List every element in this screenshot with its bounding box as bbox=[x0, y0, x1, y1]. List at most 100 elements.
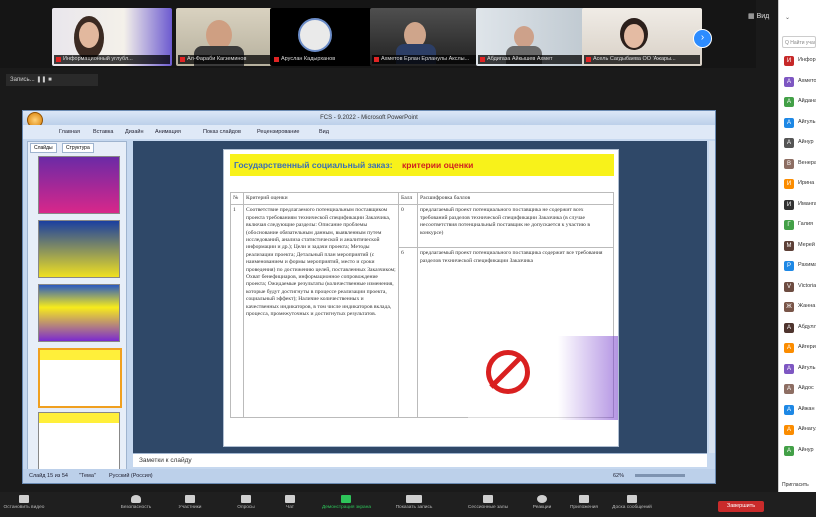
breakout-rooms-button[interactable]: Сессионные залы bbox=[464, 492, 512, 517]
slide-thumbnail[interactable] bbox=[38, 156, 120, 214]
shared-screen-powerpoint: FCS - 9.2022 - Microsoft PowerPoint Глав… bbox=[22, 110, 716, 484]
polls-button[interactable]: Опросы bbox=[222, 492, 270, 517]
recording-bar[interactable]: Запись... ❚❚ ■ bbox=[6, 74, 98, 86]
stop-video-button[interactable]: Остановить видео bbox=[0, 492, 48, 517]
ribbon-tabs: Главная Вставка Дизайн Анимация Показ сл… bbox=[23, 125, 715, 139]
end-meeting-button[interactable]: Завершить bbox=[718, 501, 764, 512]
tab-slides[interactable]: Слайды bbox=[30, 143, 57, 153]
avatar: И bbox=[784, 179, 794, 189]
participant-name: Абдуллаев bbox=[798, 323, 816, 330]
participant-row[interactable]: А Айгуль bbox=[782, 116, 816, 130]
participant-row[interactable]: А Ахметов bbox=[782, 75, 816, 89]
video-tile[interactable]: Абдигаза Айкышев Ахмет bbox=[476, 8, 596, 66]
participant-name: Рахима bbox=[798, 262, 816, 268]
avatar: А bbox=[784, 117, 794, 128]
security-button[interactable]: Безопасность bbox=[112, 492, 160, 517]
participant-row[interactable]: Г Галия bbox=[782, 218, 816, 232]
participant-name: Айжан bbox=[798, 405, 815, 412]
participants-button[interactable]: Участники bbox=[166, 492, 214, 517]
avatar: А bbox=[784, 363, 794, 374]
apps-button[interactable]: Приложения bbox=[560, 492, 608, 517]
participant-row[interactable]: А Айдана bbox=[782, 95, 816, 109]
video-tile[interactable]: Ахметов Ерлан Ерланулы Акслы... bbox=[370, 8, 490, 66]
status-bar: Слайд 15 из 54 "Тема" Русский (Россия) 6… bbox=[23, 469, 715, 483]
window-title: FCS - 9.2022 - Microsoft PowerPoint bbox=[23, 111, 715, 125]
whiteboard-icon bbox=[627, 495, 637, 503]
participant-row[interactable]: А Айнур bbox=[782, 136, 816, 150]
participant-row[interactable]: И Ирина bbox=[782, 177, 816, 191]
participant-name: Имангали bbox=[798, 200, 816, 207]
view-button[interactable]: ▦ Вид bbox=[748, 12, 769, 20]
video-tile[interactable]: Информационный углубл... bbox=[52, 8, 172, 66]
meeting-toolbar: Остановить видео Безопасность Участники … bbox=[0, 492, 816, 517]
notes-field[interactable]: Заметки к слайду bbox=[133, 453, 707, 467]
participant-name: Ахметов bbox=[798, 77, 816, 84]
whiteboard-button[interactable]: Доска сообщений bbox=[608, 492, 656, 517]
participant-name: Айгуль bbox=[798, 118, 816, 125]
participant-name: Мерей bbox=[798, 241, 815, 248]
participant-row[interactable]: Ж Жанна bbox=[782, 300, 816, 314]
participant-row[interactable]: А Айжан bbox=[782, 403, 816, 417]
participant-row[interactable]: А Айгуль bbox=[782, 362, 816, 376]
show-recording-button[interactable]: Показать запись bbox=[390, 492, 438, 517]
grid-icon bbox=[483, 495, 493, 503]
participants-panel: ⌄ Q Найти участника И Информ А Ахметов А Айда… bbox=[778, 0, 816, 517]
vertical-scrollbar[interactable] bbox=[709, 141, 715, 453]
participant-name: Жанна bbox=[798, 303, 816, 309]
participant-name: Ахметов Ерлан Ерланулы Акслы... bbox=[372, 55, 488, 64]
slide-thumbnail[interactable] bbox=[38, 412, 120, 470]
ribbon-tab[interactable]: Дизайн bbox=[125, 129, 144, 135]
slide-thumbnail[interactable] bbox=[38, 284, 120, 342]
participant-row[interactable]: А Айдос bbox=[782, 382, 816, 396]
share-screen-button[interactable]: Демонстрация экрана bbox=[322, 492, 371, 517]
slide: Государственный социальный заказ: критер… bbox=[223, 149, 619, 447]
chevron-right-icon[interactable]: › bbox=[693, 29, 712, 48]
ribbon-tab[interactable]: Главная bbox=[59, 129, 80, 135]
table-row: 1 Соответствие предлагаемого потенциальн… bbox=[230, 204, 614, 419]
ribbon-tab[interactable]: Вид bbox=[319, 129, 329, 135]
ribbon-tab[interactable]: Показ слайдов bbox=[203, 129, 241, 135]
search-input[interactable]: Q Найти участника bbox=[782, 36, 816, 48]
participant-row[interactable]: М Мерей bbox=[782, 239, 816, 253]
participant-name: Айдана bbox=[798, 98, 816, 104]
table-header-row: № Критерий оценки Балл Расшифровка балло… bbox=[230, 191, 614, 206]
ribbon-tab[interactable]: Анимация bbox=[155, 129, 181, 135]
participant-row[interactable]: V Victoria bbox=[782, 280, 816, 294]
participant-name: Айдос bbox=[798, 385, 814, 391]
tab-outline[interactable]: Структура bbox=[62, 143, 94, 153]
chat-button[interactable]: Чат bbox=[266, 492, 314, 517]
avatar: В bbox=[784, 158, 794, 169]
chevron-down-icon[interactable]: ⌄ bbox=[785, 14, 790, 21]
invite-button[interactable]: Пригласить bbox=[782, 482, 809, 488]
avatar: А bbox=[784, 425, 794, 435]
slide-thumbnail-selected[interactable] bbox=[38, 348, 122, 408]
prohibited-icon bbox=[486, 350, 530, 394]
avatar: Г bbox=[784, 220, 794, 230]
participant-name: Информ bbox=[798, 57, 816, 63]
avatar: А bbox=[784, 384, 794, 394]
participant-row[interactable]: А Айгерим bbox=[782, 341, 816, 355]
participant-name: Венера bbox=[798, 159, 816, 166]
participant-row[interactable]: А Айнур bbox=[782, 444, 816, 458]
participant-row[interactable]: А Айнагуль bbox=[782, 423, 816, 437]
participant-row[interactable]: И Информ bbox=[782, 54, 816, 68]
reactions-button[interactable]: Реакции bbox=[518, 492, 566, 517]
video-tile[interactable]: Асель Сагдыбаева ОО 'Ажары... bbox=[582, 8, 702, 66]
participant-row[interactable]: И Имангали bbox=[782, 198, 816, 212]
ribbon-tab[interactable]: Вставка bbox=[93, 129, 113, 135]
avatar: М bbox=[784, 240, 794, 251]
zoom-level[interactable]: 62% bbox=[613, 469, 624, 483]
participant-row[interactable]: В Венера bbox=[782, 157, 816, 171]
share-screen-icon bbox=[341, 495, 351, 503]
participant-row[interactable]: А Абдуллаев bbox=[782, 321, 816, 335]
avatar: И bbox=[784, 199, 794, 210]
avatar: А bbox=[784, 445, 794, 456]
chat-icon bbox=[285, 495, 295, 503]
participant-row[interactable]: Р Рахима bbox=[782, 259, 816, 273]
zoom-slider[interactable] bbox=[635, 474, 685, 477]
slide-thumbnail[interactable] bbox=[38, 220, 120, 278]
ribbon-tab[interactable]: Рецензирование bbox=[257, 129, 299, 135]
avatar: Р bbox=[784, 261, 794, 271]
poll-icon bbox=[241, 495, 251, 503]
slides-pane: Слайды Структура bbox=[27, 141, 127, 471]
